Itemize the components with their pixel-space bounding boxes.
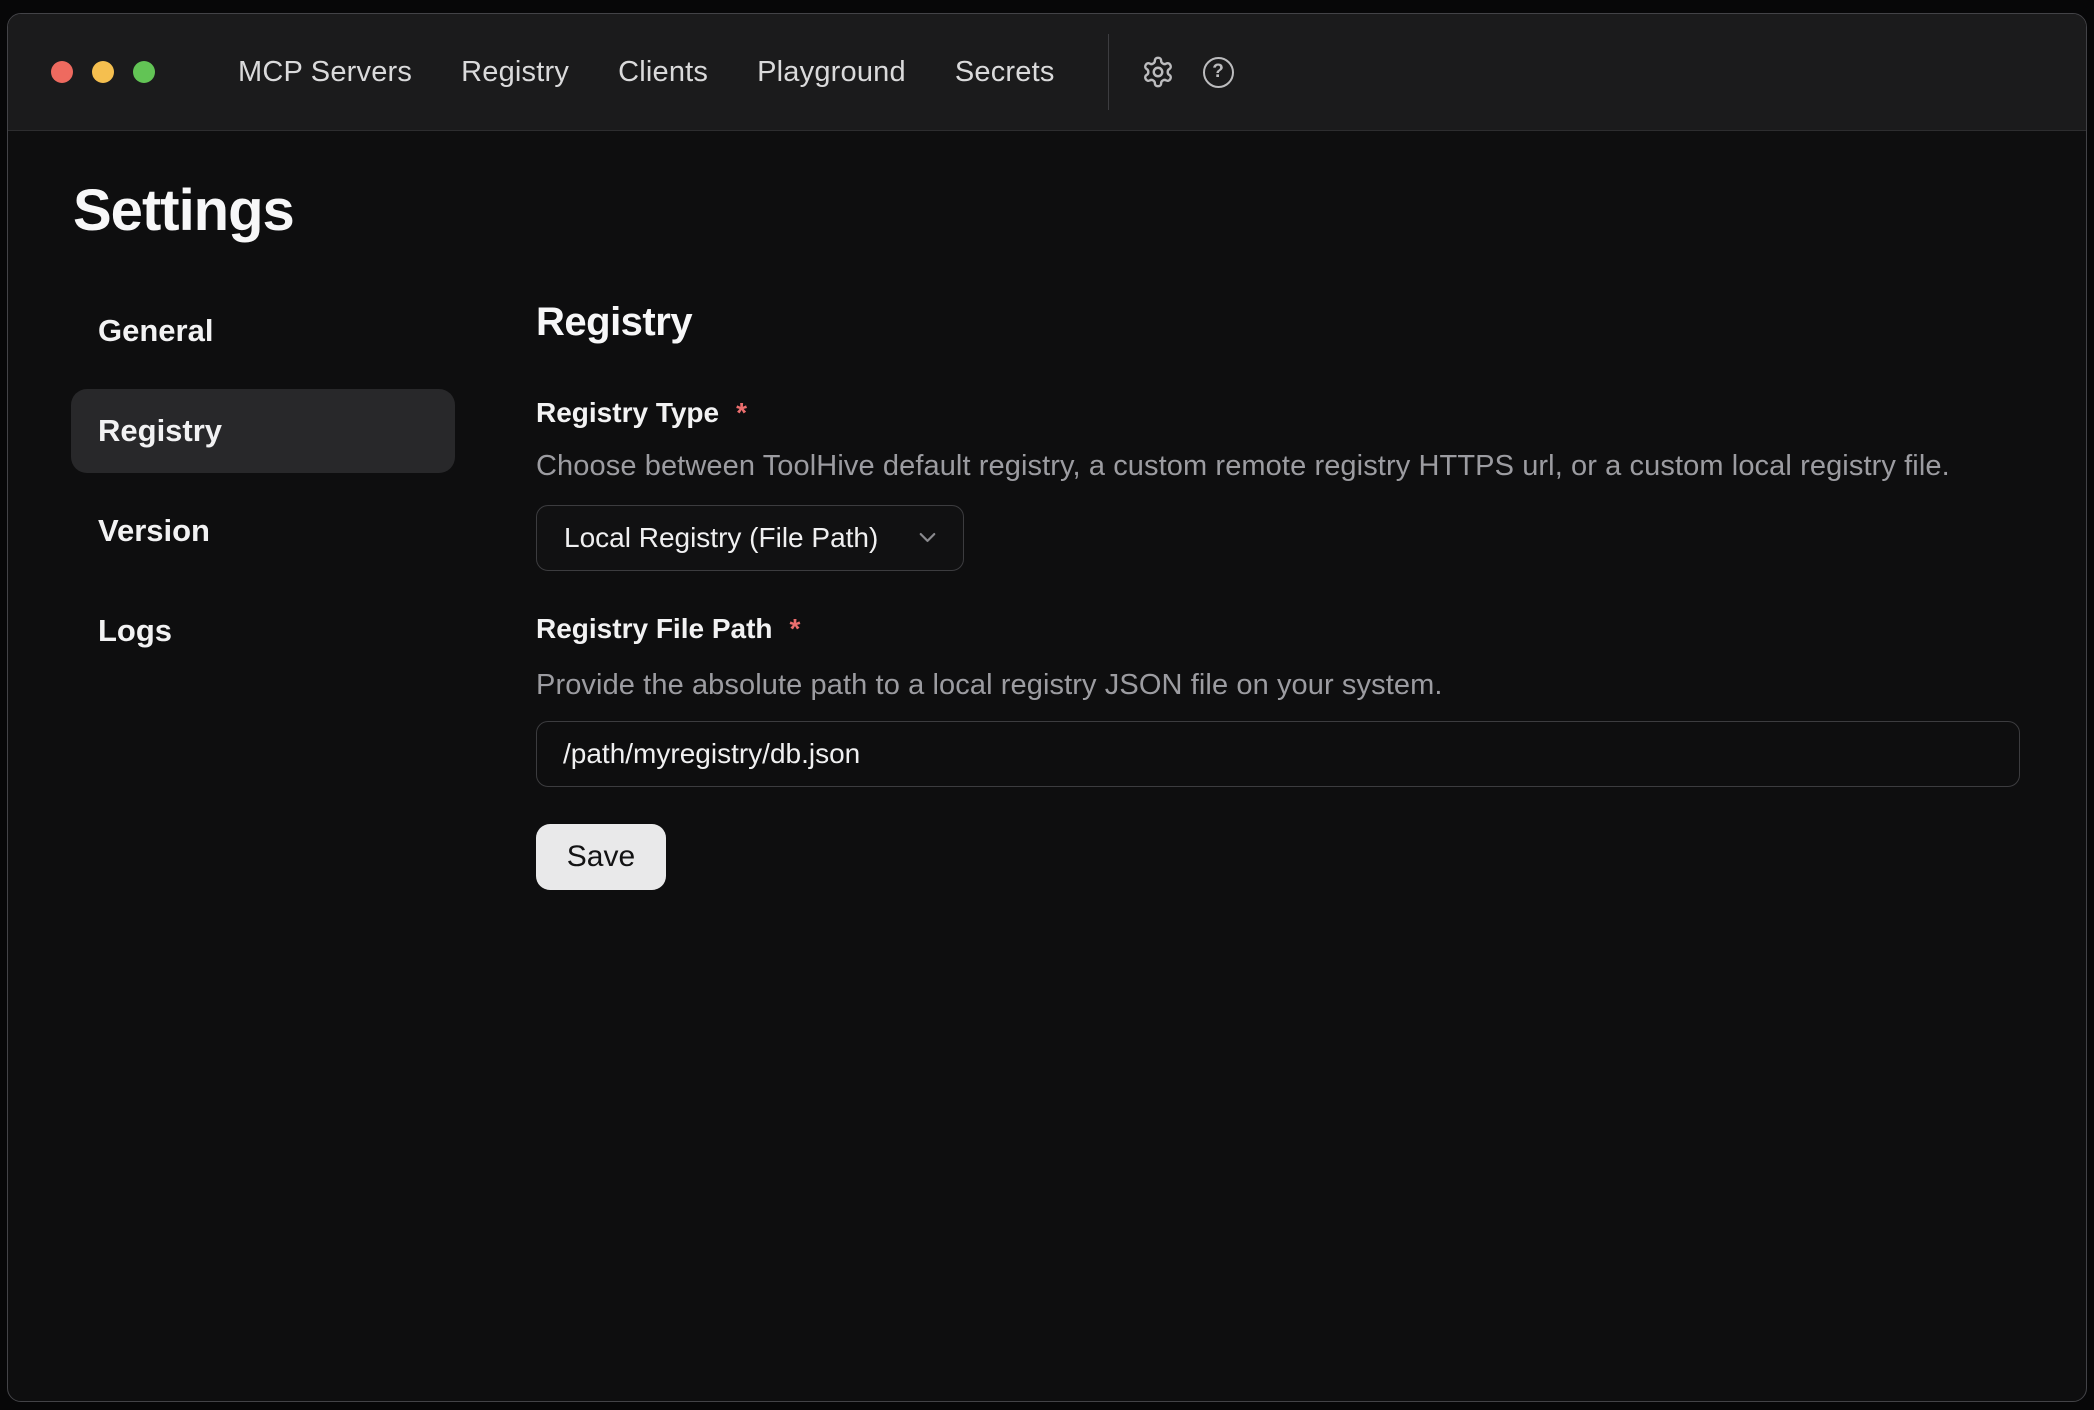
nav-item-secrets[interactable]: Secrets bbox=[955, 56, 1055, 89]
registry-type-select[interactable]: Local Registry (File Path) bbox=[536, 505, 964, 571]
nav-item-playground[interactable]: Playground bbox=[757, 56, 906, 89]
gear-icon[interactable] bbox=[1141, 55, 1175, 89]
sidebar-item-registry[interactable]: Registry bbox=[71, 389, 455, 473]
page-title: Settings bbox=[73, 178, 2086, 245]
registry-file-path-label: Registry File Path bbox=[536, 612, 773, 646]
registry-file-path-description: Provide the absolute path to a local reg… bbox=[536, 667, 2020, 703]
registry-type-select-value: Local Registry (File Path) bbox=[564, 522, 878, 554]
registry-type-label: Registry Type bbox=[536, 396, 719, 430]
nav-item-registry[interactable]: Registry bbox=[461, 56, 569, 89]
field-registry-file-path: Registry File Path * Provide the absolut… bbox=[536, 612, 2020, 788]
nav-item-clients[interactable]: Clients bbox=[618, 56, 708, 89]
field-registry-type: Registry Type * Choose between ToolHive … bbox=[536, 396, 2020, 571]
sidebar-item-version[interactable]: Version bbox=[71, 489, 455, 573]
save-button[interactable]: Save bbox=[536, 824, 666, 890]
minimize-window-button[interactable] bbox=[92, 61, 114, 83]
sidebar-item-general[interactable]: General bbox=[71, 289, 455, 373]
close-window-button[interactable] bbox=[51, 61, 73, 83]
settings-content: Registry Registry Type * Choose between … bbox=[536, 289, 2020, 891]
help-icon[interactable]: ? bbox=[1203, 57, 1234, 88]
titlebar-icons: ? bbox=[1141, 55, 1234, 89]
registry-file-path-input[interactable] bbox=[536, 721, 2020, 787]
registry-type-description: Choose between ToolHive default registry… bbox=[536, 448, 2020, 484]
settings-layout: General Registry Version Logs Registry R… bbox=[8, 289, 2086, 891]
titlebar-divider bbox=[1108, 34, 1109, 110]
nav-item-mcp-servers[interactable]: MCP Servers bbox=[238, 56, 412, 89]
settings-sidebar: General Registry Version Logs bbox=[71, 289, 455, 673]
chevron-down-icon bbox=[914, 524, 941, 551]
zoom-window-button[interactable] bbox=[133, 61, 155, 83]
required-marker: * bbox=[790, 612, 801, 646]
sidebar-item-logs[interactable]: Logs bbox=[71, 589, 455, 673]
required-marker: * bbox=[736, 396, 747, 430]
section-heading: Registry bbox=[536, 298, 2020, 346]
titlebar: MCP Servers Registry Clients Playground … bbox=[8, 14, 2086, 131]
window-controls bbox=[8, 61, 155, 83]
top-nav: MCP Servers Registry Clients Playground … bbox=[238, 56, 1055, 89]
app-window: MCP Servers Registry Clients Playground … bbox=[7, 13, 2087, 1402]
